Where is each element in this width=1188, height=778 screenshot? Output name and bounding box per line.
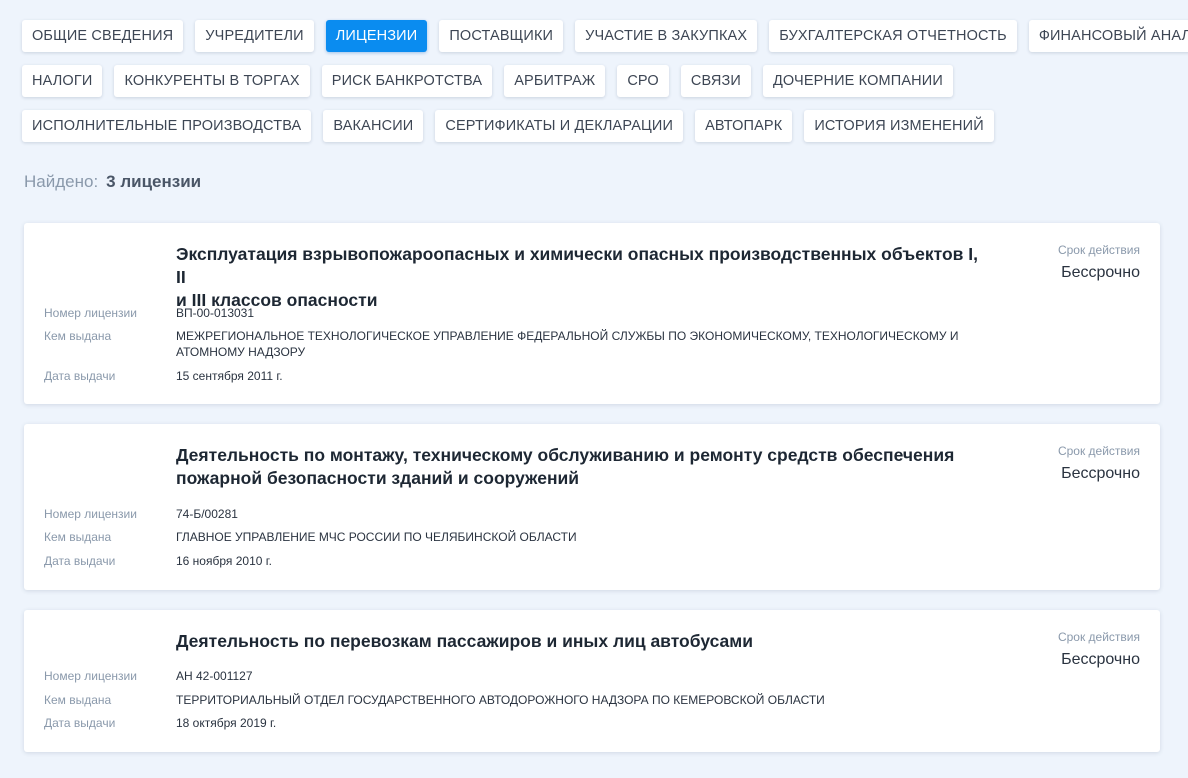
license-title: Деятельность по монтажу, техническому об… [176, 444, 991, 490]
validity-label: Срок действия [1057, 444, 1140, 458]
tab-accounting[interactable]: БУХГАЛТЕРСКАЯ ОТЧЕТНОСТЬ [769, 20, 1017, 52]
issuer: МЕЖРЕГИОНАЛЬНОЕ ТЕХНОЛОГИЧЕСКОЕ УПРАВЛЕН… [176, 328, 976, 360]
validity-value: Бессрочно [1061, 264, 1140, 281]
issue-date-label: Дата выдачи [44, 554, 116, 568]
tab-row-3: ИСПОЛНИТЕЛЬНЫЕ ПРОИЗВОДСТВА ВАКАНСИИ СЕР… [22, 110, 1172, 155]
tab-enforcement[interactable]: ИСПОЛНИТЕЛЬНЫЕ ПРОИЗВОДСТВА [22, 110, 312, 142]
tab-founders[interactable]: УЧРЕДИТЕЛИ [195, 20, 314, 52]
tab-suppliers[interactable]: ПОСТАВЩИКИ [439, 20, 564, 52]
issuer-label: Кем выдана [44, 693, 112, 707]
tab-vacancies[interactable]: ВАКАНСИИ [323, 110, 424, 142]
tab-competitors[interactable]: КОНКУРЕНТЫ В ТОРГАХ [114, 65, 310, 97]
license-validity: Срок действия Бессрочно [1058, 630, 1140, 669]
validity-value: Бессрочно [1061, 651, 1140, 668]
tab-row-2: НАЛОГИ КОНКУРЕНТЫ В ТОРГАХ РИСК БАНКРОТС… [22, 65, 1172, 110]
issuer-label: Кем выдана [44, 329, 112, 343]
license-validity: Срок действия Бессрочно [1058, 444, 1140, 483]
license-title-line: пожарной безопасности зданий и сооружени… [176, 468, 580, 488]
issue-date-label: Дата выдачи [44, 716, 116, 730]
license-title-line: Деятельность по перевозкам пассажиров и … [176, 631, 753, 651]
license-number: 74-Б/00281 [176, 507, 238, 521]
issuer: ГЛАВНОЕ УПРАВЛЕНИЕ МЧС РОССИИ ПО ЧЕЛЯБИН… [176, 529, 976, 545]
license-number: ВП-00-013031 [176, 306, 255, 320]
issuer-line: МЕЖРЕГИОНАЛЬНОЕ ТЕХНОЛОГИЧЕСКОЕ УПРАВЛЕН… [176, 329, 959, 343]
license-title: Эксплуатация взрывопожароопасных и химич… [176, 243, 991, 312]
issue-date-label: Дата выдачи [44, 369, 116, 383]
tab-licenses[interactable]: ЛИЦЕНЗИИ [325, 20, 428, 52]
license-card: Эксплуатация взрывопожароопасных и химич… [24, 223, 1160, 404]
tab-taxes[interactable]: НАЛОГИ [22, 65, 103, 97]
issuer: ТЕРРИТОРИАЛЬНЫЙ ОТДЕЛ ГОСУДАРСТВЕННОГО А… [176, 692, 976, 708]
validity-value: Бессрочно [1061, 465, 1140, 482]
tab-procurement[interactable]: УЧАСТИЕ В ЗАКУПКАХ [575, 20, 758, 52]
tab-arbitration[interactable]: АРБИТРАЖ [504, 65, 606, 97]
issuer-line: АТОМНОМУ НАДЗОРУ [176, 345, 306, 359]
issue-date: 15 сентября 2011 г. [176, 369, 283, 383]
results-count: 3 лицензии [106, 172, 202, 191]
license-number-label: Номер лицензии [44, 669, 137, 683]
issuer-line: ГЛАВНОЕ УПРАВЛЕНИЕ МЧС РОССИИ ПО ЧЕЛЯБИН… [176, 530, 577, 544]
validity-label: Срок действия [1057, 243, 1140, 257]
tab-certificates[interactable]: СЕРТИФИКАТЫ И ДЕКЛАРАЦИИ [435, 110, 684, 142]
tab-subsidiaries[interactable]: ДОЧЕРНИЕ КОМПАНИИ [762, 65, 953, 97]
license-validity: Срок действия Бессрочно [1058, 243, 1140, 282]
section-tabs: ОБЩИЕ СВЕДЕНИЯ УЧРЕДИТЕЛИ ЛИЦЕНЗИИ ПОСТА… [22, 20, 1188, 155]
results-label: Найдено: [24, 172, 99, 191]
license-number: АН 42-001127 [176, 669, 253, 683]
license-title: Деятельность по перевозкам пассажиров и … [176, 630, 991, 653]
tab-bankruptcy-risk[interactable]: РИСК БАНКРОТСТВА [321, 65, 493, 97]
license-title-line: Эксплуатация взрывопожароопасных и химич… [176, 244, 979, 287]
issue-date: 16 ноября 2010 г. [176, 554, 272, 568]
tab-financial-analysis[interactable]: ФИНАНСОВЫЙ АНАЛИЗ [1028, 20, 1188, 52]
issuer-line: ТЕРРИТОРИАЛЬНЫЙ ОТДЕЛ ГОСУДАРСТВЕННОГО А… [176, 693, 825, 707]
tab-general-info[interactable]: ОБЩИЕ СВЕДЕНИЯ [22, 20, 184, 52]
validity-label: Срок действия [1057, 630, 1140, 644]
license-number-label: Номер лицензии [44, 306, 137, 320]
tab-connections[interactable]: СВЯЗИ [680, 65, 751, 97]
tab-fleet[interactable]: АВТОПАРК [695, 110, 793, 142]
tab-sro[interactable]: СРО [617, 65, 669, 97]
license-number-label: Номер лицензии [44, 507, 137, 521]
tab-row-1: ОБЩИЕ СВЕДЕНИЯ УЧРЕДИТЕЛИ ЛИЦЕНЗИИ ПОСТА… [22, 20, 1188, 65]
results-summary: Найдено: 3 лицензии [24, 172, 201, 192]
issue-date: 18 октября 2019 г. [176, 716, 277, 730]
license-title-line: Деятельность по монтажу, техническому об… [176, 445, 955, 465]
license-card: Деятельность по перевозкам пассажиров и … [24, 610, 1160, 752]
issuer-label: Кем выдана [44, 530, 112, 544]
license-card: Деятельность по монтажу, техническому об… [24, 424, 1160, 590]
tab-change-history[interactable]: ИСТОРИЯ ИЗМЕНЕНИЙ [804, 110, 994, 142]
